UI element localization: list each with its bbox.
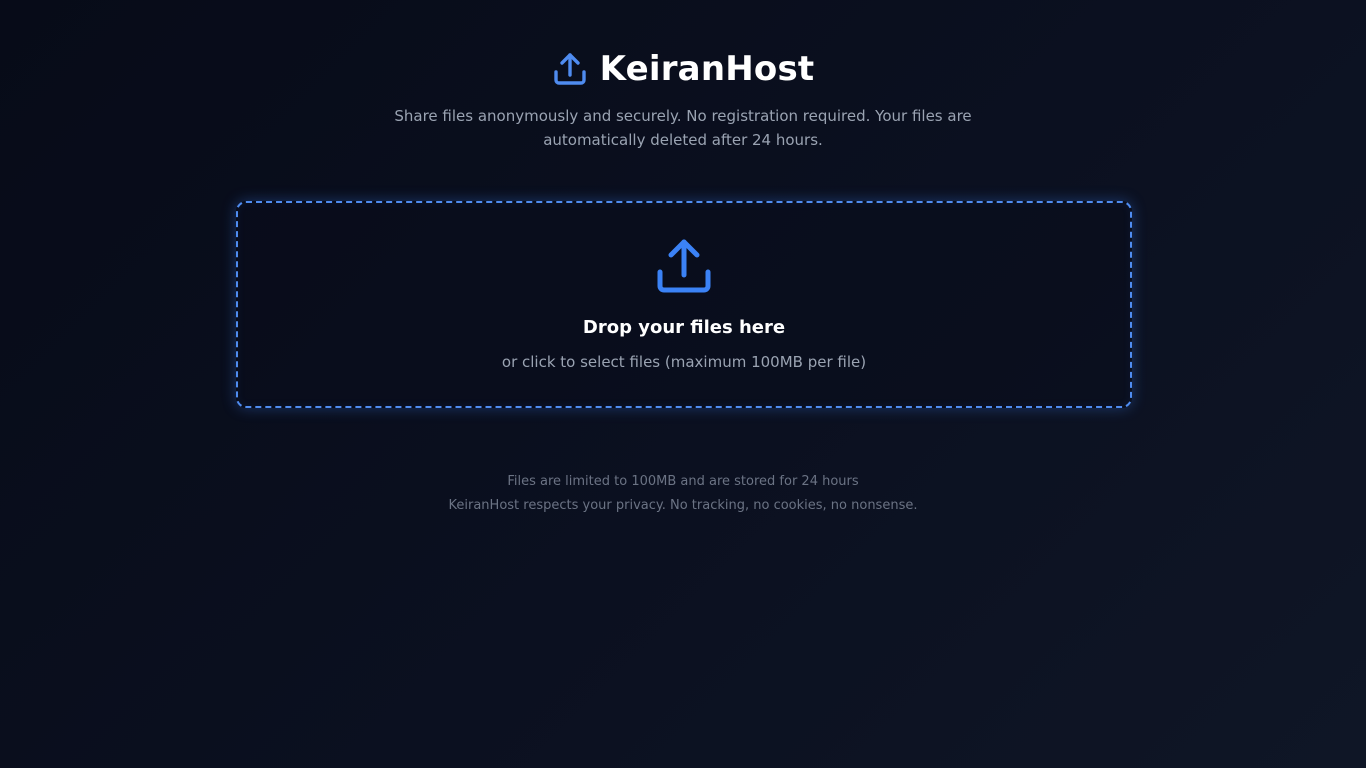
- footer-privacy-text: KeiranHost respects your privacy. No tra…: [448, 498, 918, 513]
- page: KeiranHost Share files anonymously and s…: [0, 0, 1366, 768]
- upload-icon: [656, 237, 712, 295]
- site-subtitle: Share files anonymously and securely. No…: [394, 107, 972, 149]
- file-dropzone[interactable]: Drop your files here or click to select …: [236, 201, 1132, 408]
- footer-limits-text: Files are limited to 100MB and are store…: [507, 474, 859, 489]
- site-title: KeiranHost: [599, 49, 815, 89]
- site-footer: Files are limited to 100MB and are store…: [0, 470, 1366, 518]
- site-header: KeiranHost: [0, 46, 1366, 92]
- upload-icon: [552, 51, 588, 87]
- dropzone-hint: or click to select files (maximum 100MB …: [501, 353, 867, 371]
- dropzone-title: Drop your files here: [582, 317, 786, 338]
